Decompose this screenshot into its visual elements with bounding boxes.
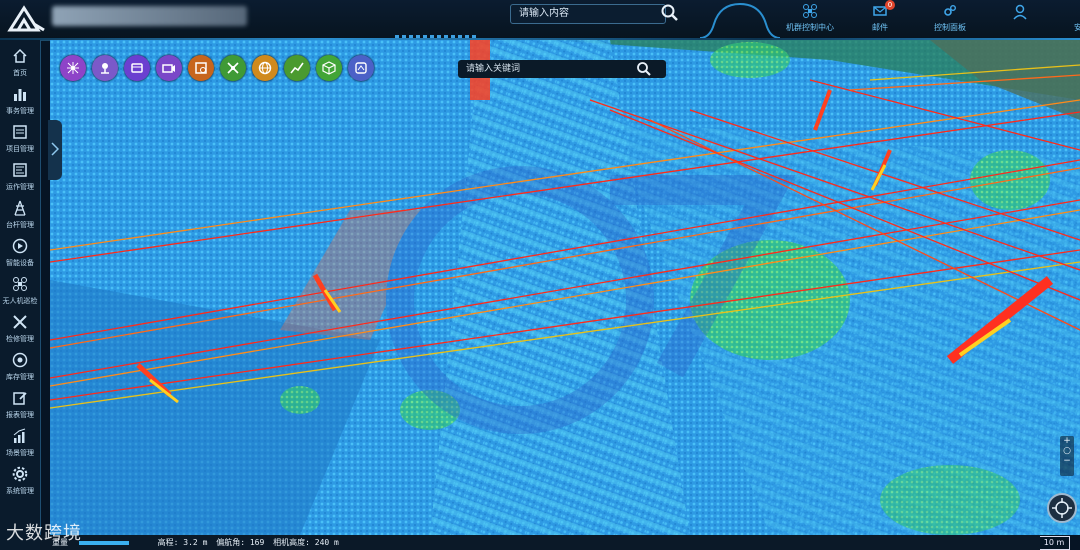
- layers-icon: [131, 63, 143, 73]
- sidebar-item-operations[interactable]: 运作管理: [0, 158, 40, 194]
- sidebar-item-label: 场景管理: [6, 449, 34, 457]
- point-cloud-map[interactable]: [50, 40, 1080, 535]
- status-height-label: 高程: [157, 538, 174, 547]
- map-toolbar: [60, 55, 374, 81]
- zoom-reset-button[interactable]: ○: [1060, 446, 1074, 456]
- nav-mail[interactable]: 0 邮件: [845, 0, 915, 40]
- form-icon: [13, 163, 27, 177]
- header-nav: 机群控制中心 0 邮件 控制面板 安: [775, 0, 1080, 40]
- sidebar-item-label: 事务管理: [6, 107, 34, 115]
- sidebar-item-label: 项目管理: [6, 145, 34, 153]
- pin-icon: [101, 63, 109, 74]
- play-icon: [12, 238, 28, 254]
- search-icon[interactable]: [660, 3, 680, 23]
- sidebar-item-label: 智能设备: [6, 259, 34, 267]
- sidebar-item-label: 检修管理: [6, 335, 34, 343]
- sidebar-item-maintenance[interactable]: 检修管理: [0, 310, 40, 346]
- user-icon: [1013, 4, 1027, 20]
- sidebar-item-projects[interactable]: 项目管理: [0, 120, 40, 156]
- sidebar-item-reports[interactable]: 报表管理: [0, 386, 40, 422]
- status-camera-value: 240 m: [314, 538, 339, 547]
- status-progress-fill: [78, 540, 129, 545]
- nav-label: 安全退出: [1074, 23, 1080, 32]
- map-tool-button[interactable]: [348, 55, 374, 81]
- sidebar-item-towers[interactable]: 台杆管理: [0, 196, 40, 232]
- status-heading-value: 169: [249, 538, 265, 547]
- sidebar-item-scenes[interactable]: 场景管理: [0, 424, 40, 460]
- gears-icon: [944, 5, 956, 16]
- zoom-in-button[interactable]: +: [1060, 436, 1074, 446]
- sidebar-item-system[interactable]: 系统管理: [0, 462, 40, 498]
- cube-tool-button[interactable]: [316, 55, 342, 81]
- sidebar-item-label: 首页: [13, 69, 27, 77]
- sidebar-item-inventory[interactable]: 库存管理: [0, 348, 40, 384]
- sidebar-item-home[interactable]: 首页: [0, 44, 40, 80]
- chevron-right-icon: [51, 142, 59, 156]
- top-bar: 请输入内容 机群控制中心 0 邮件 控制面板 安: [0, 0, 1080, 41]
- document-icon: [13, 125, 27, 139]
- sidebar-item-devices[interactable]: 智能设备: [0, 234, 40, 270]
- map-search-input[interactable]: 请输入关键词: [458, 60, 666, 78]
- compass-icon[interactable]: [1046, 492, 1078, 524]
- logo-icon: [7, 5, 45, 32]
- nav-logout[interactable]: 安全退出: [1055, 0, 1080, 40]
- target-icon: [12, 352, 28, 368]
- edit-icon: [13, 392, 27, 405]
- layers-tool-button[interactable]: [124, 55, 150, 81]
- sidebar-item-label: 台杆管理: [6, 221, 34, 229]
- zoom-out-button[interactable]: −: [1060, 456, 1074, 466]
- settings-icon: [12, 466, 28, 482]
- cube-icon: [322, 61, 336, 75]
- sidebar-item-label: 库存管理: [6, 373, 34, 381]
- sidebar-item-label: 无人机巡检: [2, 297, 38, 305]
- sidebar-item-affairs[interactable]: 事务管理: [0, 82, 40, 118]
- nav-fleet-control[interactable]: 机群控制中心: [775, 0, 845, 40]
- status-camera-label: 相机高度: [273, 538, 306, 547]
- route-icon: [227, 62, 239, 74]
- sidebar-item-label: 报表管理: [6, 411, 34, 419]
- status-bar: 重量 高程: 3.2 m 偏航角: 169 相机高度: 240 m: [40, 535, 1040, 550]
- route-tool-button[interactable]: [220, 55, 246, 81]
- status-height-value: 3.2 m: [183, 538, 208, 547]
- line-chart-tool-button[interactable]: [284, 55, 310, 81]
- drone-icon: [803, 4, 817, 18]
- drone-icon: [13, 277, 27, 291]
- sidebar-item-drone-inspection[interactable]: 无人机巡检: [0, 272, 40, 308]
- nav-label: 邮件: [872, 23, 888, 32]
- sidebar-item-label: 系统管理: [6, 487, 34, 495]
- app-title-blurred: [52, 6, 247, 26]
- analysis-icon: [195, 62, 207, 74]
- nav-label: 控制面板: [934, 23, 966, 32]
- globe-icon: [258, 61, 272, 75]
- sidebar-item-label: 运作管理: [6, 183, 34, 191]
- camera-tool-button[interactable]: [156, 55, 182, 81]
- tools-icon: [13, 315, 27, 329]
- sidebar-toggle[interactable]: [48, 120, 62, 180]
- globe-tool-button[interactable]: [252, 55, 278, 81]
- analysis-tool-button[interactable]: [188, 55, 214, 81]
- tower-icon: [14, 200, 26, 216]
- home-icon: [13, 48, 27, 63]
- network-icon: [67, 62, 79, 74]
- pin-tool-button[interactable]: [92, 55, 118, 81]
- mail-badge: 0: [885, 0, 895, 10]
- point-cloud-scene: [50, 40, 1080, 535]
- zoom-controls: + ○ −: [1060, 436, 1074, 476]
- stats-icon: [13, 428, 26, 443]
- camera-icon: [162, 64, 175, 73]
- header-search-input[interactable]: 请输入内容: [510, 4, 666, 24]
- nav-label: 机群控制中心: [786, 23, 834, 32]
- nav-user[interactable]: [985, 0, 1055, 40]
- map-scale: 10 m: [1038, 536, 1070, 550]
- sidebar: 首页 事务管理 项目管理 运作管理 台杆管理 智能设备 无人机巡检 检修管理 库…: [0, 40, 41, 550]
- map-icon: [355, 62, 367, 74]
- status-heading-label: 偏航角: [216, 538, 241, 547]
- watermark-text: 大数跨境: [6, 523, 82, 544]
- search-icon[interactable]: [636, 61, 652, 77]
- network-tool-button[interactable]: [60, 55, 86, 81]
- header-decoration: [700, 2, 780, 39]
- bar-chart-icon: [14, 89, 26, 101]
- line-chart-icon: [290, 62, 304, 74]
- nav-control-panel[interactable]: 控制面板: [915, 0, 985, 40]
